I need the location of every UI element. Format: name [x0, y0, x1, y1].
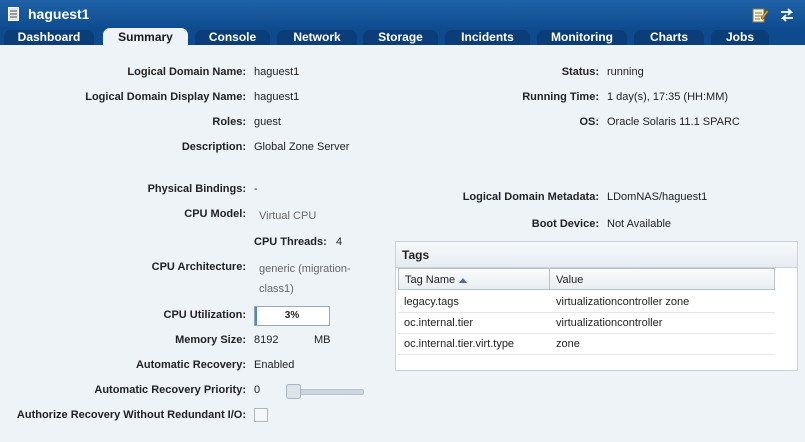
tab-summary[interactable]: Summary — [103, 28, 188, 45]
table-row-2-value[interactable]: zone — [550, 334, 775, 355]
boot-device-value: Not Available — [607, 218, 672, 230]
os-value: Oracle Solaris 11.1 SPARC — [607, 116, 740, 128]
memory-size-unit: MB — [314, 334, 331, 346]
physical-bindings-value: - — [254, 183, 258, 195]
table-row-1-name[interactable]: oc.internal.tier — [398, 313, 550, 334]
ldom-metadata-value: LDomNAS/haguest1 — [607, 191, 708, 203]
server-icon — [8, 7, 19, 21]
tab-storage[interactable]: Storage — [363, 30, 438, 45]
tags-panel-title: Tags — [402, 248, 430, 262]
ldom-display-name-value: haguest1 — [254, 91, 300, 103]
tab-dashboard[interactable]: Dashboard — [4, 30, 94, 45]
value-column-label: Value — [556, 274, 584, 286]
window-title: haguest1 — [28, 6, 90, 22]
tab-jobs[interactable]: Jobs — [711, 30, 769, 45]
description-label: Description: — [181, 141, 246, 153]
automatic-recovery-priority-label: Automatic Recovery Priority: — [94, 384, 246, 396]
automatic-recovery-label: Automatic Recovery: — [135, 359, 246, 371]
cpu-utilization-bar: 3% — [254, 306, 330, 326]
cpu-architecture-value-line1: generic (migration- — [259, 263, 351, 275]
tag-name-column-label: Tag Name — [405, 274, 456, 286]
cpu-threads-value: 4 — [336, 236, 343, 248]
cpu-architecture-value-line2: class1) — [259, 283, 294, 295]
roles-value: guest — [254, 116, 281, 128]
edit-notes-icon[interactable] — [751, 6, 769, 24]
ldom-metadata-label: Logical Domain Metadata: — [462, 191, 599, 203]
sort-ascending-icon — [459, 277, 468, 283]
swap-arrows-icon[interactable] — [778, 6, 796, 24]
tab-network[interactable]: Network — [277, 30, 357, 45]
os-label: OS: — [579, 116, 599, 128]
cpu-model-label: CPU Model: — [184, 208, 246, 220]
cpu-utilization-value: 3% — [284, 310, 300, 321]
running-time-label: Running Time: — [522, 91, 599, 103]
boot-device-label: Boot Device: — [531, 218, 599, 230]
tag-name-column-header[interactable]: Tag Name — [398, 268, 550, 290]
table-row-2-name[interactable]: oc.internal.tier.virt.type — [398, 334, 550, 355]
physical-bindings-label: Physical Bindings: — [147, 183, 246, 195]
roles-label: Roles: — [212, 116, 246, 128]
running-time-value: 1 day(s), 17:35 (HH:MM) — [607, 91, 729, 103]
cpu-architecture-label: CPU Architecture: — [151, 261, 246, 273]
automatic-recovery-value: Enabled — [254, 359, 295, 371]
status-label: Status: — [561, 66, 599, 78]
table-row-1-value[interactable]: virtualizationcontroller — [550, 313, 775, 334]
automatic-recovery-priority-value: 0 — [254, 384, 261, 396]
table-row-0-name[interactable]: legacy.tags — [398, 292, 550, 313]
recovery-priority-slider-track[interactable] — [292, 389, 364, 395]
tab-incidents[interactable]: Incidents — [445, 30, 530, 45]
tags-panel: Tags Tag Name Value legacy.tags virtuali… — [395, 241, 798, 371]
cpu-utilization-label: CPU Utilization: — [163, 309, 247, 321]
ldom-name-label: Logical Domain Name: — [127, 66, 246, 78]
tab-monitoring[interactable]: Monitoring — [537, 30, 627, 45]
value-column-header[interactable]: Value — [549, 268, 775, 290]
ldom-name-value: haguest1 — [254, 66, 300, 78]
memory-size-label: Memory Size: — [175, 334, 246, 346]
cpu-threads-label: CPU Threads: — [254, 236, 327, 248]
tab-charts[interactable]: Charts — [634, 30, 704, 45]
authorize-recovery-label: Authorize Recovery Without Redundant I/O… — [16, 409, 246, 421]
ldom-display-name-label: Logical Domain Display Name: — [85, 91, 246, 103]
recovery-priority-slider-thumb[interactable] — [286, 384, 301, 399]
authorize-recovery-checkbox[interactable] — [254, 408, 268, 422]
tab-console[interactable]: Console — [195, 30, 270, 45]
table-row-0-value[interactable]: virtualizationcontroller zone — [550, 292, 775, 313]
tags-panel-header: Tags — [396, 242, 797, 268]
cpu-model-value: Virtual CPU — [259, 210, 317, 222]
memory-size-value: 8192 — [254, 334, 279, 346]
status-value: running — [607, 66, 644, 78]
description-value: Global Zone Server — [254, 141, 350, 153]
